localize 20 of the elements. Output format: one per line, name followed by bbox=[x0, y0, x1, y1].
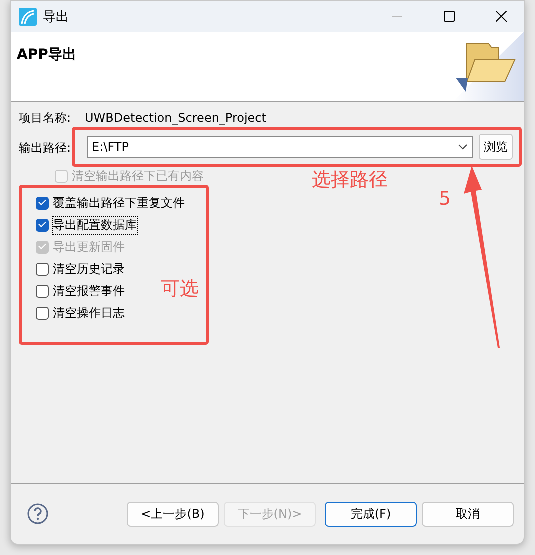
checkbox-label: 覆盖输出路径下重复文件 bbox=[53, 194, 185, 212]
project-name: UWBDetection_Screen_Project bbox=[85, 111, 266, 125]
checkbox-label: 清空输出路径下已有内容 bbox=[72, 168, 204, 184]
wizard-button[interactable]: 取消 bbox=[422, 502, 514, 526]
browse-button[interactable]: 浏览 bbox=[479, 134, 514, 160]
annotation-text: 5 bbox=[439, 188, 452, 210]
annotation-text: 选择路径 bbox=[312, 168, 388, 193]
window-title: 导出 bbox=[43, 8, 70, 26]
checkbox-label: 清空历史记录 bbox=[53, 260, 125, 278]
checkbox-label: 清空操作日志 bbox=[53, 304, 125, 322]
checkbox-label: 导出更新固件 bbox=[53, 238, 125, 256]
wizard-button[interactable]: <上一步(B) bbox=[127, 502, 219, 526]
path-dropdown[interactable]: E:\FTP bbox=[87, 136, 474, 158]
page-title: APP导出 bbox=[16, 46, 76, 65]
field-label: 项目名称: bbox=[19, 110, 72, 126]
checkbox-label: 导出配置数据库 bbox=[53, 216, 137, 234]
wizard-button[interactable]: 完成(F) bbox=[325, 502, 417, 526]
field-label: 输出路径: bbox=[19, 140, 72, 156]
annotation-text: 可选 bbox=[161, 277, 199, 302]
checkbox-label: 清空报警事件 bbox=[53, 282, 125, 300]
